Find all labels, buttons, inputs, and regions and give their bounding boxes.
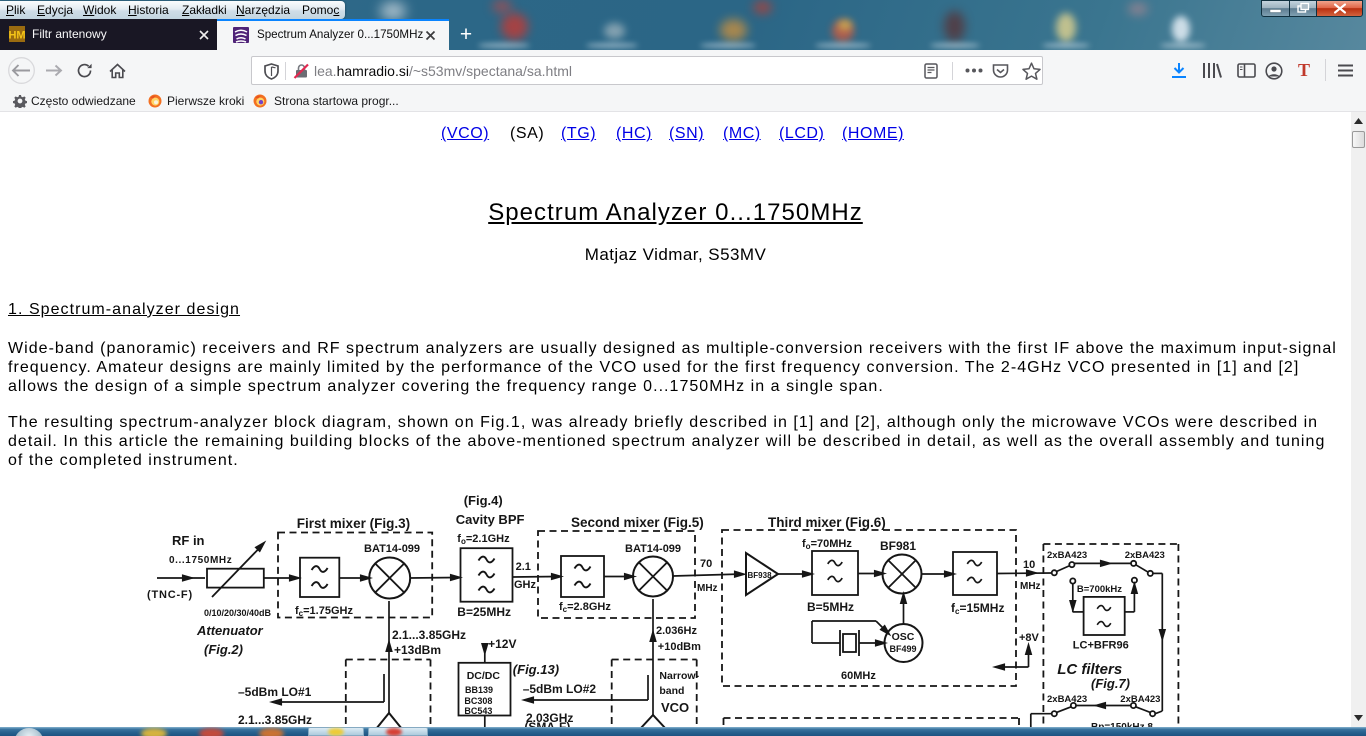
svg-text:BF938: BF938	[748, 571, 773, 580]
svg-text:fc=1.75GHz: fc=1.75GHz	[295, 605, 353, 618]
svg-text:(Fig.4): (Fig.4)	[464, 493, 503, 508]
svg-text:(Fig.7): (Fig.7)	[1091, 676, 1130, 691]
svg-text:+10dBm: +10dBm	[658, 641, 701, 653]
svg-text:BB139: BB139	[465, 685, 493, 695]
svg-text:–5dBm LO#1: –5dBm LO#1	[238, 685, 312, 699]
svg-text:+12V: +12V	[488, 637, 516, 651]
svg-text:B=700kHz: B=700kHz	[1077, 584, 1122, 595]
svg-text:2xBA423: 2xBA423	[1125, 550, 1165, 561]
svg-text:fc=15MHz: fc=15MHz	[951, 601, 1004, 616]
svg-text:RF in: RF in	[172, 533, 205, 548]
svg-text:BC543: BC543	[464, 706, 492, 716]
svg-text:fo=70MHz: fo=70MHz	[802, 538, 852, 551]
svg-text:+8V: +8V	[1019, 632, 1040, 644]
svg-text:2.1...3.85GHz: 2.1...3.85GHz	[392, 628, 466, 642]
svg-text:fo=2.1GHz: fo=2.1GHz	[457, 533, 510, 546]
svg-text:MHz: MHz	[1020, 581, 1041, 592]
svg-text:HM: HM	[9, 30, 25, 42]
svg-text:LC+BFR96: LC+BFR96	[1073, 640, 1129, 652]
svg-text:0/10/20/30/40dB: 0/10/20/30/40dB	[204, 608, 272, 618]
svg-text:VCO: VCO	[661, 700, 689, 715]
svg-text:Third mixer (Fig.6): Third mixer (Fig.6)	[768, 515, 886, 530]
svg-text:Attenuator: Attenuator	[196, 623, 264, 638]
svg-text:MHz: MHz	[697, 583, 718, 594]
svg-text:2xBA423: 2xBA423	[1120, 694, 1160, 705]
svg-text:2xBA423: 2xBA423	[1047, 694, 1087, 705]
svg-text:DC/DC: DC/DC	[467, 670, 501, 682]
svg-text:BAT14-099: BAT14-099	[364, 543, 420, 555]
svg-text:60MHz: 60MHz	[841, 670, 876, 682]
svg-text:GHz: GHz	[514, 579, 537, 591]
svg-text:OSC: OSC	[892, 631, 915, 643]
svg-text:+13dBm: +13dBm	[394, 643, 441, 657]
svg-text:–5dBm LO#2: –5dBm LO#2	[523, 682, 597, 696]
svg-text:2xBA423: 2xBA423	[1047, 550, 1087, 561]
svg-text:Second mixer (Fig.5): Second mixer (Fig.5)	[571, 515, 704, 530]
svg-text:fc=2.8GHz: fc=2.8GHz	[559, 601, 611, 614]
svg-text:2.036Hz: 2.036Hz	[656, 625, 697, 637]
svg-text:Cavity BPF: Cavity BPF	[456, 512, 525, 527]
svg-text:Narrow-: Narrow-	[659, 670, 699, 682]
svg-text:(Fig.13): (Fig.13)	[513, 662, 559, 677]
svg-text:BF981: BF981	[880, 539, 916, 553]
svg-text:2.1: 2.1	[516, 561, 531, 573]
svg-text:B=25MHz: B=25MHz	[457, 605, 511, 619]
svg-text:2.1...3.85GHz: 2.1...3.85GHz	[238, 713, 312, 727]
svg-text:BF499: BF499	[889, 644, 916, 654]
svg-text:70: 70	[700, 558, 712, 570]
svg-text:B=5MHz: B=5MHz	[807, 600, 854, 614]
svg-text:(TNC-F): (TNC-F)	[147, 589, 193, 601]
svg-text:band: band	[659, 685, 684, 697]
svg-text:BC308: BC308	[464, 696, 492, 706]
svg-text:10: 10	[1023, 559, 1035, 571]
svg-text:0...1750MHz: 0...1750MHz	[169, 555, 232, 566]
svg-text:First mixer (Fig.3): First mixer (Fig.3)	[297, 516, 410, 531]
svg-text:(Fig.2): (Fig.2)	[204, 642, 243, 657]
svg-text:BAT14-099: BAT14-099	[625, 543, 681, 555]
